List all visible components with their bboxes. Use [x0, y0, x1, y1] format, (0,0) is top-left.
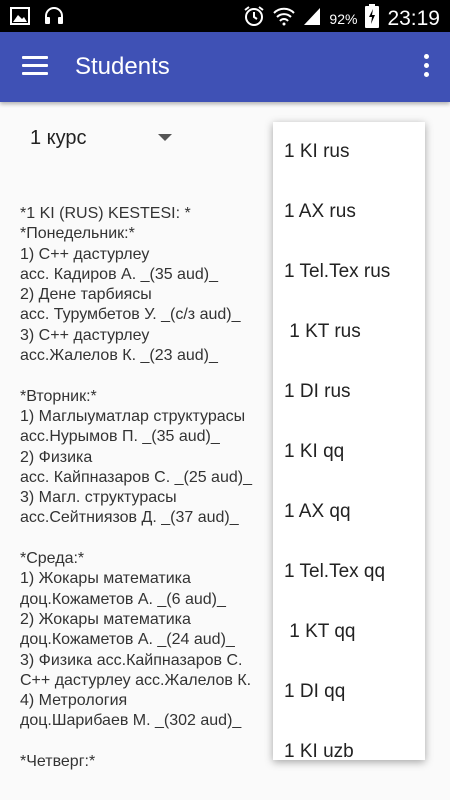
dropdown-item[interactable]: 1 KI rus [273, 122, 425, 182]
dropdown-item[interactable]: 1 Tel.Tex qq [273, 542, 425, 602]
wifi-icon [273, 6, 296, 31]
course-spinner-value: 1 курс [30, 127, 87, 149]
status-bar: 92% 23:19 [0, 0, 450, 32]
overflow-menu-icon[interactable] [424, 54, 430, 80]
signal-icon [303, 6, 321, 31]
dropdown-item[interactable]: 1 KT qq [273, 602, 425, 662]
clock: 23:19 [387, 6, 440, 30]
group-dropdown-list[interactable]: 1 KI rus 1 AX rus 1 Tel.Tex rus 1 KT rus… [273, 122, 425, 760]
dropdown-item[interactable]: 1 KI qq [273, 422, 425, 482]
alarm-icon [243, 5, 265, 32]
chevron-down-icon [158, 134, 172, 141]
dropdown-item[interactable]: 1 DI qq [273, 662, 425, 722]
dropdown-item[interactable]: 1 KI uzb [273, 722, 425, 760]
battery-charging-icon [365, 4, 380, 33]
image-icon [10, 7, 30, 30]
dropdown-item[interactable]: 1 AX qq [273, 482, 425, 542]
dropdown-item[interactable]: 1 DI rus [273, 362, 425, 422]
battery-percent: 92% [329, 10, 358, 27]
headphones-icon [44, 7, 64, 30]
schedule-text: *1 KI (RUS) KESTESI: * *Понедельник:* 1)… [20, 205, 252, 771]
menu-icon[interactable] [22, 56, 48, 78]
app-bar: Students [0, 32, 450, 102]
dropdown-item[interactable]: 1 AX rus [273, 182, 425, 242]
dropdown-item[interactable]: 1 Tel.Tex rus [273, 242, 425, 302]
course-spinner[interactable]: 1 курс [30, 122, 180, 154]
dropdown-item[interactable]: 1 KT rus [273, 302, 425, 362]
app-title: Students [75, 53, 170, 80]
